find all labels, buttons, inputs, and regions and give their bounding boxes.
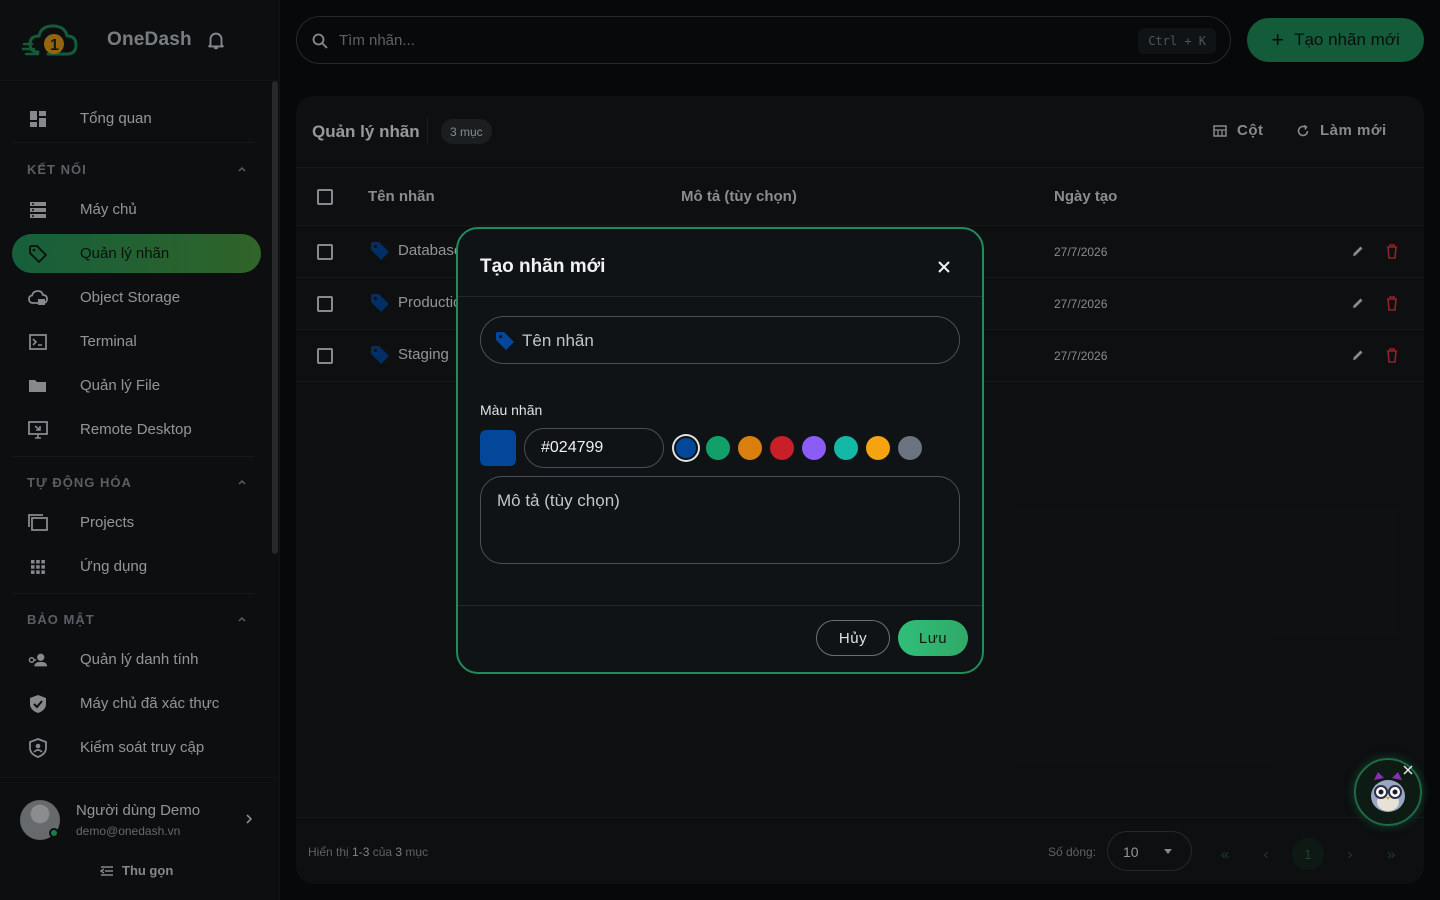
- label-name-placeholder: Tên nhãn: [522, 331, 594, 350]
- color-option-teal[interactable]: [834, 436, 858, 460]
- color-option-green[interactable]: [706, 436, 730, 460]
- description-textarea[interactable]: Mô tả (tùy chọn): [480, 476, 960, 564]
- close-icon[interactable]: [937, 260, 951, 274]
- label-name-input[interactable]: Tên nhãn: [480, 316, 960, 364]
- close-icon[interactable]: [1402, 764, 1414, 776]
- color-option-red[interactable]: [770, 436, 794, 460]
- divider: [458, 605, 982, 606]
- color-picker-swatch[interactable]: [480, 430, 516, 466]
- color-option-gray[interactable]: [898, 436, 922, 460]
- cancel-button[interactable]: Hủy: [816, 620, 890, 656]
- color-hex-value: #024799: [541, 439, 604, 456]
- color-option-blue[interactable]: [676, 438, 696, 458]
- color-option-orange[interactable]: [738, 436, 762, 460]
- dialog-header: Tạo nhãn mới: [458, 229, 982, 297]
- color-option-purple[interactable]: [802, 436, 826, 460]
- color-hex-input[interactable]: #024799: [524, 428, 664, 468]
- color-label: Màu nhãn: [480, 402, 543, 418]
- save-button[interactable]: Lưu: [898, 620, 968, 656]
- dialog-title: Tạo nhãn mới: [480, 256, 606, 277]
- color-option-amber[interactable]: [866, 436, 890, 460]
- description-placeholder: Mô tả (tùy chọn): [497, 491, 620, 510]
- create-label-dialog: Tạo nhãn mới Tên nhãn Màu nhãn #024799 M…: [456, 227, 984, 674]
- tag-icon: [496, 332, 514, 350]
